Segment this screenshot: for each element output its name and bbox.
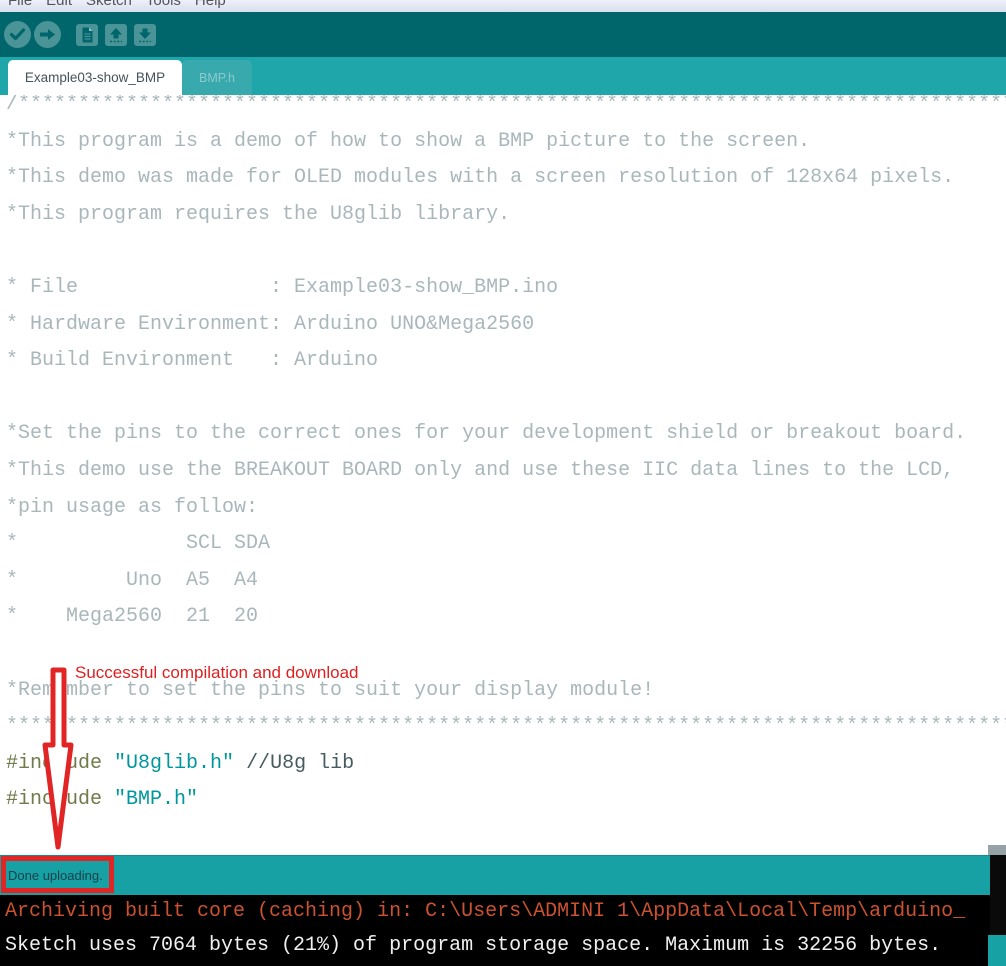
window-edge-artifact (988, 935, 1006, 966)
down-arrow-icon (134, 24, 156, 46)
editor-code: /***************************************… (6, 95, 1006, 819)
annotation-label: Successful compilation and download (75, 663, 359, 683)
verify-button[interactable] (4, 21, 31, 48)
menu-edit[interactable]: Edit (46, 0, 72, 5)
check-icon (4, 21, 31, 48)
new-sketch-button[interactable] (76, 24, 98, 46)
menu-help[interactable]: Help (195, 0, 226, 5)
tab-bar: Example03-show_BMP BMP.h (0, 57, 1006, 95)
up-arrow-icon (105, 24, 127, 46)
tab-example03-show-bmp[interactable]: Example03-show_BMP (8, 60, 182, 95)
console-output[interactable]: Archiving built core (caching) in: C:\Us… (0, 895, 1006, 966)
menu-file[interactable]: File (8, 0, 32, 5)
code-editor[interactable]: /***************************************… (0, 95, 1006, 855)
window-edge-artifact (988, 845, 1006, 855)
toolbar (0, 12, 1006, 57)
status-message: Done uploading. (8, 868, 103, 883)
window-edge-artifact (990, 855, 1006, 935)
menu-bar: File Edit Sketch Tools Help (0, 0, 1006, 12)
console-line: Sketch uses 7064 bytes (21%) of program … (0, 929, 1006, 963)
save-button[interactable] (134, 24, 156, 46)
tab-bmp-h[interactable]: BMP.h (182, 60, 252, 95)
menu-tools[interactable]: Tools (146, 0, 181, 5)
document-icon (76, 24, 98, 46)
menu-sketch[interactable]: Sketch (86, 0, 132, 5)
tab-label: Example03-show_BMP (25, 70, 165, 85)
status-bar: Done uploading. (0, 855, 990, 895)
open-button[interactable] (105, 24, 127, 46)
upload-button[interactable] (34, 21, 61, 48)
right-arrow-icon (34, 21, 61, 48)
console-line: Archiving built core (caching) in: C:\Us… (0, 895, 1006, 929)
arduino-ide-window: File Edit Sketch Tools Help (0, 0, 1006, 966)
tab-label: BMP.h (199, 71, 235, 85)
